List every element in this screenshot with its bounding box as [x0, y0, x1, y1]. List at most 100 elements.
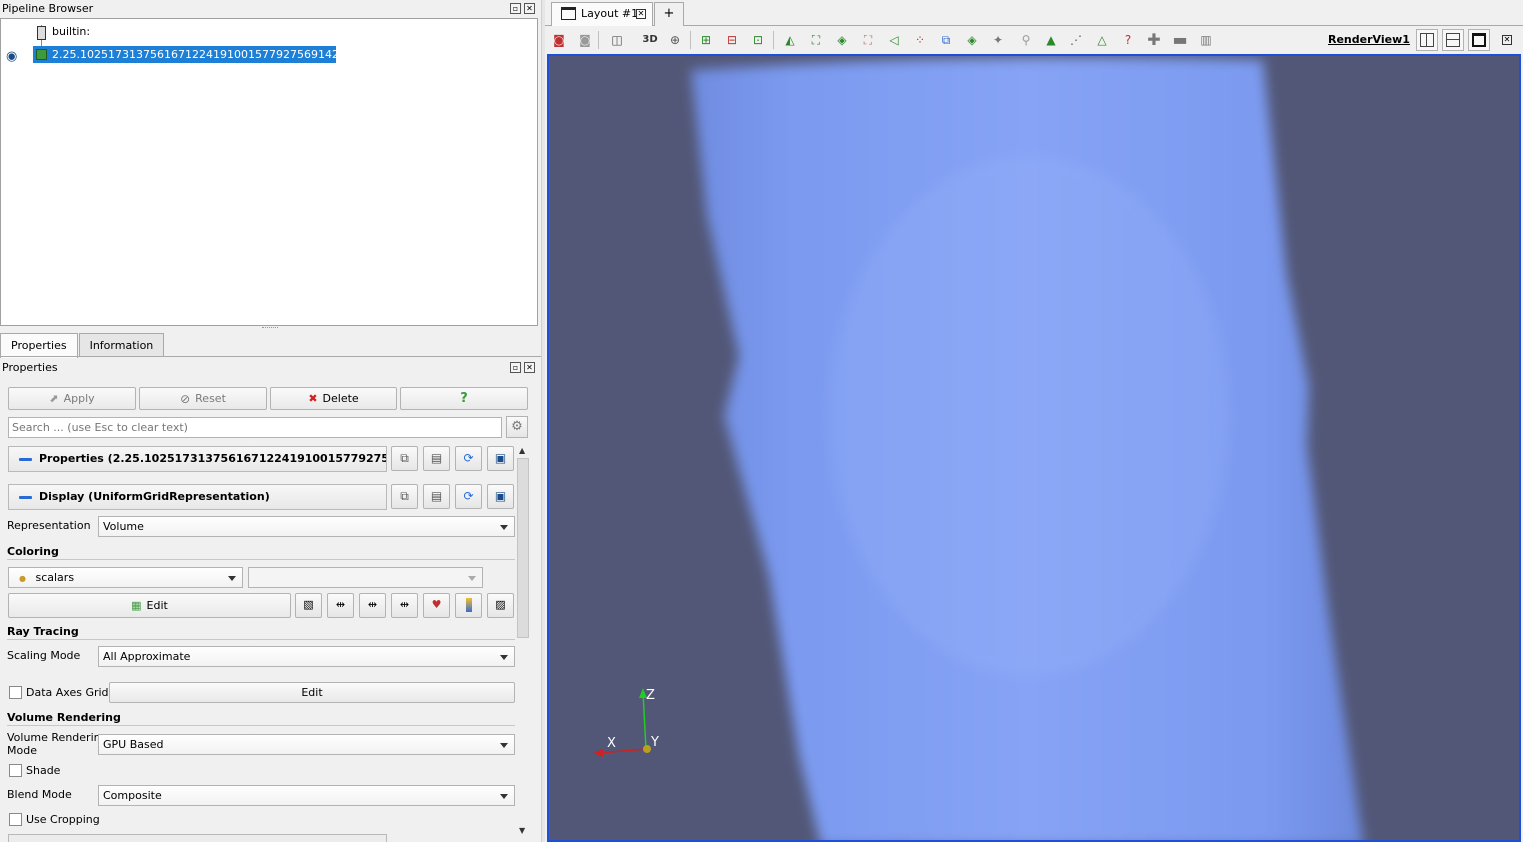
- show-colorbar-icon[interactable]: [455, 593, 482, 618]
- select-polygon-cells-icon[interactable]: ◁: [885, 31, 903, 49]
- save-icon[interactable]: ▣: [487, 484, 514, 509]
- x-axis-label: X: [607, 736, 616, 751]
- interactive-select-points-icon[interactable]: ✦: [989, 31, 1007, 49]
- edit-colormap-button[interactable]: ▦ Edit: [8, 593, 291, 618]
- copy-icon[interactable]: ⧉: [391, 446, 418, 471]
- tab-information[interactable]: Information: [78, 333, 165, 357]
- paste-icon[interactable]: ▤: [423, 484, 450, 509]
- reset-icon: ⊘: [180, 391, 191, 406]
- add-tab-button[interactable]: +: [654, 2, 684, 26]
- save-icon[interactable]: ▣: [487, 446, 514, 471]
- scroll-down-icon[interactable]: ▼: [519, 826, 525, 835]
- split-vertical-icon[interactable]: [1442, 29, 1464, 51]
- close-tab-icon[interactable]: ✕: [636, 9, 646, 19]
- data-axes-grid-edit-button[interactable]: Edit: [109, 682, 515, 703]
- collapse-icon: [19, 458, 32, 461]
- close-icon[interactable]: ✕: [524, 362, 535, 373]
- pipeline-dock-buttons: ▫ ✕: [510, 3, 535, 14]
- eye-visibility-icon[interactable]: ◉: [6, 49, 17, 64]
- scaling-mode-select[interactable]: All Approximate: [98, 646, 515, 667]
- split-horizontal-icon[interactable]: [1416, 29, 1438, 51]
- deselect-icon[interactable]: ⊟: [723, 31, 741, 49]
- volume-rendering-header: Volume Rendering: [7, 711, 515, 726]
- shade-checkbox[interactable]: [9, 764, 22, 777]
- scroll-thumb[interactable]: [517, 458, 529, 638]
- query-points-icon[interactable]: ?: [1119, 31, 1137, 49]
- hover-points-icon[interactable]: ⚲: [1017, 31, 1035, 49]
- rescale-temporal-icon[interactable]: ⇹: [359, 593, 386, 618]
- plus-icon[interactable]: ✚: [1145, 31, 1163, 49]
- select-cells-through-icon[interactable]: ◈: [833, 31, 851, 49]
- grow-selection-icon[interactable]: ⊡: [749, 31, 767, 49]
- apply-icon: ⬈: [49, 392, 59, 405]
- source-icon: [36, 49, 47, 60]
- tree-item-source[interactable]: 2.25.10251731375616712241910015779275691…: [33, 46, 374, 63]
- search-input[interactable]: [8, 417, 502, 438]
- camera-capture-icon[interactable]: ◫: [608, 31, 626, 49]
- tab-layout-1[interactable]: Layout #1 ✕: [551, 2, 653, 26]
- delete-button[interactable]: ✖ Delete: [270, 387, 397, 410]
- select-polygon-points-icon[interactable]: ⁘: [911, 31, 929, 49]
- choose-preset-icon[interactable]: ♥: [423, 593, 450, 618]
- select-points-icon[interactable]: ⊞: [697, 31, 715, 49]
- coloring-select[interactable]: ● scalars: [8, 567, 243, 588]
- scroll-up-icon[interactable]: ▲: [519, 446, 525, 455]
- y-axis-label: Y: [650, 735, 659, 750]
- component-select[interactable]: [248, 567, 483, 588]
- help-button[interactable]: ?: [400, 387, 528, 410]
- use-cropping-label: Use Cropping: [26, 813, 100, 826]
- query-cells-icon[interactable]: △: [1093, 31, 1111, 49]
- reset-button[interactable]: ⊘ Reset: [139, 387, 267, 410]
- pipeline-tree[interactable]: builtin: ◉ 2.25.102517313756167122419100…: [0, 18, 538, 326]
- tree-item-builtin[interactable]: builtin:: [52, 23, 90, 41]
- server-icon: [37, 26, 46, 40]
- reset-camera-icon[interactable]: ◙: [550, 31, 568, 49]
- display-section-header[interactable]: Display (UniformGridRepresentation): [8, 484, 387, 510]
- rescale-visible-icon[interactable]: ⇹: [391, 593, 418, 618]
- select-cells-on-icon[interactable]: ◭: [781, 31, 799, 49]
- splitter-handle[interactable]: [262, 327, 278, 330]
- minus-icon[interactable]: ▬: [1171, 31, 1189, 49]
- coloring-header: Coloring: [7, 545, 515, 560]
- blend-mode-select[interactable]: Composite: [98, 785, 515, 806]
- paste-icon[interactable]: ▤: [423, 446, 450, 471]
- hover-cells-icon[interactable]: ▲: [1042, 31, 1060, 49]
- edit-interactive-icon[interactable]: ⋰: [1067, 31, 1085, 49]
- tab-properties[interactable]: Properties: [0, 333, 78, 358]
- render-view[interactable]: Z X Y: [547, 54, 1521, 842]
- properties-dock-buttons: ▫ ✕: [510, 362, 535, 373]
- close-icon[interactable]: ✕: [524, 3, 535, 14]
- properties-scrollbar[interactable]: ▲ ▼: [516, 444, 530, 838]
- vr-mode-select[interactable]: GPU Based: [98, 734, 515, 755]
- reset-camera-closest-icon[interactable]: ◙: [576, 31, 594, 49]
- select-points-through-icon[interactable]: ⛶: [859, 31, 877, 49]
- float-icon[interactable]: ▫: [510, 3, 521, 14]
- select-blocks-icon[interactable]: ⧉: [937, 31, 955, 49]
- data-axes-grid-label: Data Axes Grid: [26, 686, 109, 699]
- apply-button[interactable]: ⬈ Apply: [8, 387, 136, 410]
- properties-section-header[interactable]: Properties (2.25.10251731375616712241910…: [8, 446, 387, 472]
- vr-mode-value: GPU Based: [103, 738, 164, 751]
- gear-icon[interactable]: ⚙: [506, 416, 528, 438]
- render-view-label[interactable]: RenderView1: [1328, 33, 1410, 46]
- blend-mode-value: Composite: [103, 789, 162, 802]
- zoom-to-box-icon[interactable]: ⊕: [666, 31, 684, 49]
- toggle-3d-button[interactable]: 3D: [640, 31, 660, 49]
- refresh-icon[interactable]: ⟳: [455, 446, 482, 471]
- select-points-on-icon[interactable]: ⛶: [807, 31, 825, 49]
- trash-icon[interactable]: ▥: [1197, 31, 1215, 49]
- rescale-custom-icon[interactable]: ⇹: [327, 593, 354, 618]
- properties-section-label: Properties (2.25.10251731375616712241910…: [39, 452, 386, 465]
- refresh-icon[interactable]: ⟳: [455, 484, 482, 509]
- representation-select[interactable]: Volume: [98, 516, 515, 537]
- float-icon[interactable]: ▫: [510, 362, 521, 373]
- use-cropping-checkbox[interactable]: [9, 813, 22, 826]
- data-axes-grid-checkbox[interactable]: [9, 686, 22, 699]
- interactive-select-cells-icon[interactable]: ◈: [963, 31, 981, 49]
- rescale-data-icon[interactable]: ▧: [295, 593, 322, 618]
- pipeline-browser-title: Pipeline Browser: [2, 2, 94, 15]
- maximize-icon[interactable]: [1468, 29, 1490, 51]
- close-view-icon[interactable]: ✕: [1502, 35, 1512, 45]
- colorbar-settings-icon[interactable]: ▨: [487, 593, 514, 618]
- copy-icon[interactable]: ⧉: [391, 484, 418, 509]
